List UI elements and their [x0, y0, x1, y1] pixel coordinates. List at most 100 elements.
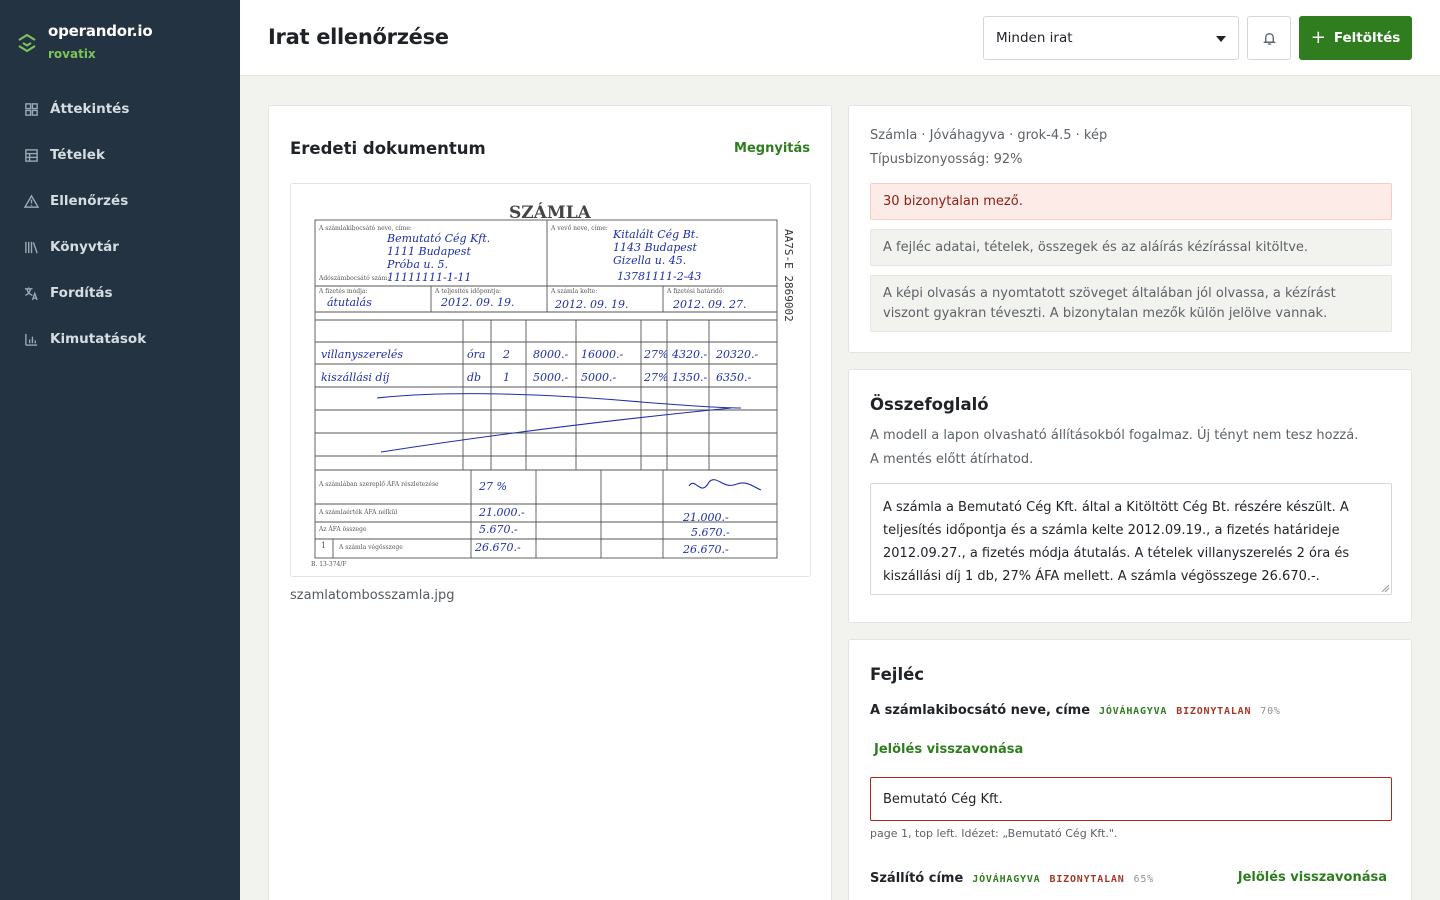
invoice-row-net: 5000.- [581, 371, 616, 384]
supplier-address-field-label: Szállító címe JÓVÁHAGYVA BIZONYTALAN 65% [870, 871, 1154, 886]
revoke-flag-button[interactable]: Jelölés visszavonása [874, 742, 1023, 757]
invoice-grand-total-label: A számla végösszege [338, 544, 403, 551]
invoice-completion-date: 2012. 09. 19. [440, 296, 514, 309]
handwriting-notice: A fejléc adatai, tételek, összegek és az… [870, 229, 1392, 266]
invoice-grand-total-right: 26.670.- [682, 543, 729, 556]
invoice-vat-total-label: Az ÁFA összege [318, 526, 367, 533]
invoice-customer-line-2: 1143 Budapest [613, 241, 697, 254]
workspace-name: rovatix [48, 47, 96, 61]
invoice-footer-code: B. 13-374/F [311, 561, 347, 568]
classification-card: Számla · Jóváhagyva · grok-4.5 · kép Típ… [848, 105, 1412, 353]
invoice-scan-image: SZÁMLA A számlakibocsátó neve, címe: Adó… [291, 184, 810, 576]
invoice-issue-date: 2012. 09. 19. [554, 298, 628, 311]
brand-name: operandor.io [48, 22, 153, 40]
sidebar-nav: Áttekintés Tételek Ellenőrzés Könyvtár F… [0, 86, 240, 362]
header-fields-title: Fejléc [870, 665, 925, 684]
approved-badge: JÓVÁHAGYVA [972, 874, 1041, 885]
issuer-field-label: A számlakibocsátó neve, címe JÓVÁHAGYVA … [870, 703, 1281, 718]
confidence-badge: 65% [1133, 874, 1154, 885]
document-filter-value: Minden irat [996, 30, 1073, 46]
open-document-link[interactable]: Megnyitás [734, 141, 810, 156]
invoice-net-total-right: 21.000.- [682, 511, 729, 524]
ocr-quality-notice: A képi olvasás a nyomtatott szöveget ált… [870, 275, 1392, 332]
invoice-vat-breakdown-label: A számlában szereplő ÁFA részletezése [318, 481, 439, 488]
sidebar-item-kimutatasok[interactable]: Kimutatások [0, 316, 240, 362]
invoice-customer-line-1: Kitalált Cég Bt. [612, 228, 699, 241]
classification-meta: Számla · Jóváhagyva · grok-4.5 · kép [870, 128, 1108, 143]
sidebar-item-label: Tételek [50, 147, 105, 163]
invoice-serial: AA7S-E 2869002 [782, 229, 795, 322]
original-document-title: Eredeti dokumentum [290, 139, 486, 158]
sidebar-item-label: Kimutatások [50, 331, 147, 347]
brand[interactable]: operandor.io rovatix [16, 22, 153, 61]
field-source-citation: page 1, top left. Idézet: „Bemutató Cég … [870, 827, 1118, 840]
invoice-row-qty: 1 [503, 371, 510, 384]
sidebar-item-label: Fordítás [50, 285, 113, 301]
invoice-row-unit: óra [467, 348, 485, 361]
invoice-payment-label: A fizetés módja: [318, 288, 368, 295]
sidebar: operandor.io rovatix Áttekintés Tételek … [0, 0, 240, 900]
type-confidence: Típusbizonyosság: 92% [870, 152, 1023, 167]
sidebar-item-tetelek[interactable]: Tételek [0, 132, 240, 178]
revoke-flag-button[interactable]: Jelölés visszavonása [1238, 870, 1387, 885]
table-icon [25, 148, 38, 162]
document-filter-select[interactable]: Minden irat [983, 16, 1239, 60]
sidebar-item-label: Ellenőrzés [50, 193, 129, 209]
grid-icon [25, 102, 38, 116]
page-title: Irat ellenőrzése [268, 25, 449, 49]
invoice-row-item: villanyszerelés [321, 348, 403, 361]
invoice-row-vat-amount: 4320.- [671, 348, 707, 361]
approved-badge: JÓVÁHAGYVA [1099, 706, 1168, 717]
field-label-text: A számlakibocsátó neve, címe [870, 703, 1091, 718]
summary-textarea[interactable]: A számla a Bemutató Cég Kft. által a Kit… [870, 483, 1392, 595]
invoice-vat-total-right: 5.670.- [691, 526, 730, 539]
issuer-field-input[interactable]: Bemutató Cég Kft. [870, 777, 1392, 821]
resize-handle-icon[interactable] [1380, 583, 1390, 593]
invoice-row-unit-price: 5000.- [533, 371, 568, 384]
upload-button[interactable]: + Feltöltés [1299, 16, 1412, 60]
invoice-issuer-line-1: Bemutató Cég Kft. [386, 232, 490, 245]
invoice-row-item: kiszállási díj [321, 371, 390, 384]
invoice-row-vat: 27% [643, 371, 668, 384]
document-preview[interactable]: SZÁMLA A számlakibocsátó neve, címe: Adó… [290, 183, 811, 577]
uncertain-badge: BIZONYTALAN [1049, 874, 1125, 885]
invoice-due-label: A fizetési határidő: [666, 288, 725, 295]
sidebar-item-konyvtar[interactable]: Könyvtár [0, 224, 240, 270]
invoice-customer-taxid: 13781111-2-43 [617, 270, 701, 283]
invoice-row-net: 16000.- [581, 348, 623, 361]
chevron-down-icon [1216, 36, 1226, 42]
sidebar-item-attekintes[interactable]: Áttekintés [0, 86, 240, 132]
uncertain-badge: BIZONYTALAN [1176, 706, 1252, 717]
invoice-completion-label: A teljesítés időpontja: [434, 288, 501, 295]
logo-icon [18, 33, 36, 53]
notifications-button[interactable] [1247, 16, 1291, 60]
invoice-issuer-taxid: 11111111-1-11 [387, 271, 471, 284]
sidebar-item-label: Áttekintés [50, 101, 130, 117]
summary-title: Összefoglaló [870, 395, 989, 414]
invoice-row-unit-price: 8000.- [533, 348, 568, 361]
warning-icon [24, 193, 39, 208]
original-document-card: Eredeti dokumentum Megnyitás SZÁMLA A sz… [268, 105, 832, 900]
invoice-row-unit: db [467, 371, 481, 384]
invoice-row-gross: 20320.- [715, 348, 758, 361]
invoice-vat-total: 5.670.- [479, 523, 518, 536]
invoice-issue-label: A számla kelte: [550, 288, 597, 295]
invoice-issuer-line-2: 1111 Budapest [387, 245, 471, 258]
uncertain-fields-alert: 30 bizonytalan mező. [870, 183, 1392, 220]
invoice-customer-line-3: Gizella u. 45. [613, 254, 686, 267]
sidebar-item-forditas[interactable]: Fordítás [0, 270, 240, 316]
invoice-customer-label: A vevő neve, címe: [550, 225, 608, 232]
sidebar-item-label: Könyvtár [50, 239, 119, 255]
translate-icon [24, 286, 38, 300]
bell-icon [1262, 32, 1276, 45]
invoice-issuer-label: A számlakibocsátó neve, címe: [318, 225, 412, 232]
summary-card: Összefoglaló A modell a lapon olvasható … [848, 369, 1412, 623]
plus-icon: + [1310, 27, 1326, 48]
invoice-due-date: 2012. 09. 27. [672, 298, 746, 311]
summary-description: A modell a lapon olvasható állításokból … [870, 428, 1359, 467]
invoice-row-qty: 2 [502, 348, 510, 361]
svg-text:1: 1 [321, 541, 326, 550]
invoice-title: SZÁMLA [509, 202, 592, 223]
top-bar: Irat ellenőrzése Minden irat + Feltöltés [240, 0, 1440, 76]
sidebar-item-ellenorzes[interactable]: Ellenőrzés [0, 178, 240, 224]
